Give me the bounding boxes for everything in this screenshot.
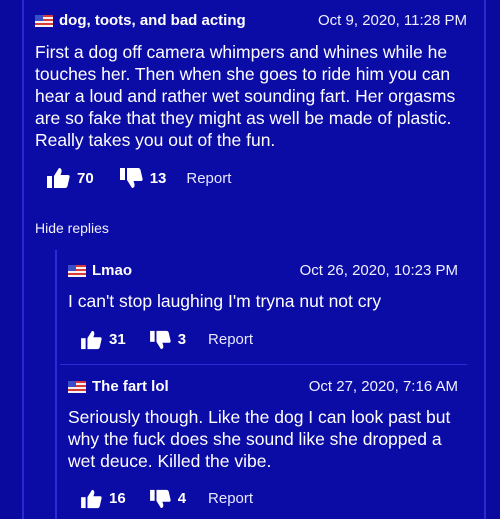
dislike-count: 4 xyxy=(177,490,187,508)
reply: The fart lol Oct 27, 2020, 7:16 AM Serio… xyxy=(68,378,458,509)
reply-author-name[interactable]: Lmao xyxy=(92,262,132,279)
dislike-button[interactable]: 3 xyxy=(149,330,187,350)
comment: dog, toots, and bad acting Oct 9, 2020, … xyxy=(35,12,467,189)
comment-date: Oct 9, 2020, 11:28 PM xyxy=(318,12,467,29)
reply-body: I can't stop laughing I'm tryna nut not … xyxy=(68,291,382,311)
reply-date: Oct 27, 2020, 7:16 AM xyxy=(308,378,458,395)
dislike-button[interactable]: 13 xyxy=(119,167,167,189)
like-count: 70 xyxy=(77,169,94,187)
reply-header: The fart lol Oct 27, 2020, 7:16 AM xyxy=(68,378,458,395)
reply: Lmao Oct 26, 2020, 10:23 PM I can't stop… xyxy=(68,262,458,350)
report-link[interactable]: Report xyxy=(186,170,231,187)
thumbs-down-icon xyxy=(119,167,144,189)
report-link[interactable]: Report xyxy=(208,490,253,507)
like-count: 16 xyxy=(109,490,126,508)
reply-author[interactable]: The fart lol xyxy=(68,378,169,395)
hide-replies-link[interactable]: Hide replies xyxy=(35,220,109,236)
like-button[interactable]: 31 xyxy=(81,330,126,350)
dislike-count: 13 xyxy=(149,169,167,187)
like-count: 31 xyxy=(109,331,126,349)
us-flag-icon xyxy=(68,380,86,393)
us-flag-icon xyxy=(35,14,53,27)
reply-body: Seriously though. Like the dog I can loo… xyxy=(68,407,451,471)
comment-author[interactable]: dog, toots, and bad acting xyxy=(35,12,246,29)
comment-author-name[interactable]: dog, toots, and bad acting xyxy=(59,12,246,29)
reply-author-name[interactable]: The fart lol xyxy=(92,378,169,395)
like-button[interactable]: 70 xyxy=(47,167,94,189)
reply-author[interactable]: Lmao xyxy=(68,262,132,279)
reply-header: Lmao Oct 26, 2020, 10:23 PM xyxy=(68,262,458,279)
reply-divider xyxy=(60,364,467,365)
like-button[interactable]: 16 xyxy=(81,489,126,509)
dislike-count: 3 xyxy=(177,331,187,349)
comment-header: dog, toots, and bad acting Oct 9, 2020, … xyxy=(35,12,467,29)
report-link[interactable]: Report xyxy=(208,331,253,348)
reply-actions: 31 3 Report xyxy=(68,330,458,350)
thumbs-up-icon xyxy=(81,489,103,509)
us-flag-icon xyxy=(68,264,86,277)
thumbs-down-icon xyxy=(149,330,172,350)
thumbs-up-icon xyxy=(81,330,103,350)
dislike-button[interactable]: 4 xyxy=(149,489,187,509)
reply-date: Oct 26, 2020, 10:23 PM xyxy=(299,262,458,279)
comment-actions: 70 13 Report xyxy=(35,167,467,189)
comment-body: First a dog off camera whimpers and whin… xyxy=(35,42,456,150)
thumbs-down-icon xyxy=(149,489,172,509)
thumbs-up-icon xyxy=(47,167,71,189)
reply-actions: 16 4 Report xyxy=(68,489,458,509)
